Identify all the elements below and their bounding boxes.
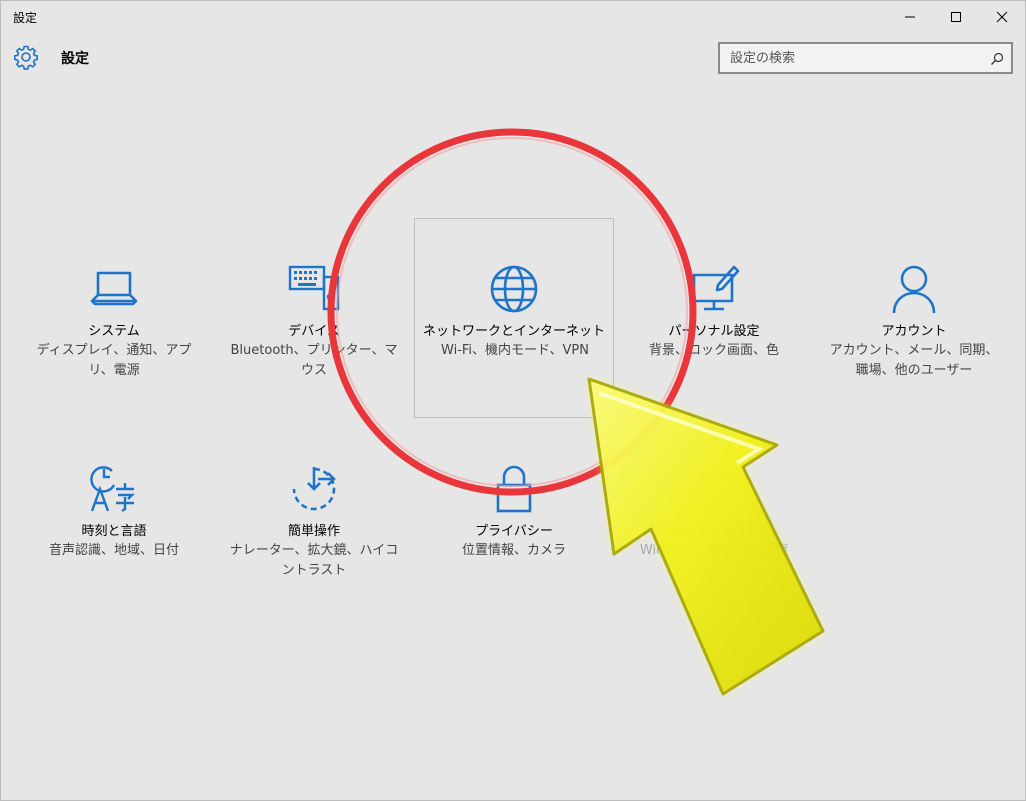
tile-ease-of-access[interactable]: 簡単操作 ナレーター、拡大鏡、ハイコントラスト	[214, 419, 414, 619]
tile-description: 音声認識、地域、日付	[48, 543, 179, 558]
time-language-icon	[88, 463, 140, 515]
tile-label: プライバシー	[475, 524, 553, 539]
ease-of-access-icon	[288, 463, 340, 515]
tile-description: Wi-Fi、機内モード、VPN	[441, 343, 589, 358]
tile-label: パーソナル設定	[668, 324, 760, 339]
maximize-button[interactable]	[933, 1, 979, 33]
tile-description: ディスプレイ、通知、アプリ、電源	[36, 343, 192, 378]
minimize-button[interactable]	[887, 1, 933, 33]
refresh-icon	[688, 463, 740, 515]
tile-label: デバイス	[288, 324, 340, 339]
search-input[interactable]	[720, 44, 1011, 72]
tile-description: Windows Update、回復	[639, 543, 789, 558]
maximize-icon	[951, 12, 961, 22]
tile-label: アカウント	[881, 324, 947, 339]
close-icon	[996, 11, 1008, 23]
globe-icon	[488, 263, 540, 315]
tile-label: ネットワークとインターネット	[422, 324, 605, 339]
search-box[interactable]	[718, 42, 1013, 74]
person-icon	[888, 263, 940, 315]
tile-privacy[interactable]: プライバシー 位置情報、カメラ	[414, 419, 614, 619]
tile-label: 更新とセキュリティ	[655, 524, 773, 539]
tile-description: ナレーター、拡大鏡、ハイコントラスト	[229, 543, 399, 578]
minimize-icon	[905, 16, 915, 18]
settings-header: 設定	[1, 39, 1025, 79]
page-title: 設定	[61, 51, 89, 67]
tile-description: アカウント、メール、同期、職場、他のユーザー	[829, 343, 999, 378]
settings-window: 設定 設定 設定の検索 システム ディスプレイ、通知、アプリ、電源 デバイス B…	[0, 0, 1026, 801]
tile-label: 時刻と言語	[81, 524, 147, 539]
tile-accounts[interactable]: アカウント アカウント、メール、同期、職場、他のユーザー	[814, 219, 1014, 419]
tile-description: 位置情報、カメラ	[461, 543, 566, 558]
tile-description: 背景、ロック画面、色	[648, 343, 779, 358]
gear-icon	[14, 45, 38, 70]
tile-network[interactable]: ネットワークとインターネット Wi-Fi、機内モード、VPN	[414, 218, 614, 418]
tile-devices[interactable]: デバイス Bluetooth、プリンター、マウス	[214, 219, 414, 419]
tile-description: Bluetooth、プリンター、マウス	[230, 343, 398, 378]
window-title: 設定	[13, 11, 38, 25]
search-icon[interactable]	[989, 51, 1005, 67]
tile-label: システム	[88, 324, 140, 339]
lock-icon	[488, 463, 540, 515]
tile-update-security[interactable]: 更新とセキュリティ Windows Update、回復	[614, 419, 814, 619]
tile-label: 簡単操作	[287, 524, 340, 539]
tile-system[interactable]: システム ディスプレイ、通知、アプリ、電源	[14, 219, 214, 419]
keyboard-icon	[288, 263, 340, 315]
paint-icon	[688, 263, 740, 315]
tile-time-language[interactable]: 時刻と言語 音声認識、地域、日付	[14, 419, 214, 619]
title-bar: 設定	[1, 1, 1025, 33]
close-button[interactable]	[979, 1, 1025, 33]
laptop-icon	[88, 263, 140, 315]
tile-personalization[interactable]: パーソナル設定 背景、ロック画面、色	[614, 219, 814, 419]
